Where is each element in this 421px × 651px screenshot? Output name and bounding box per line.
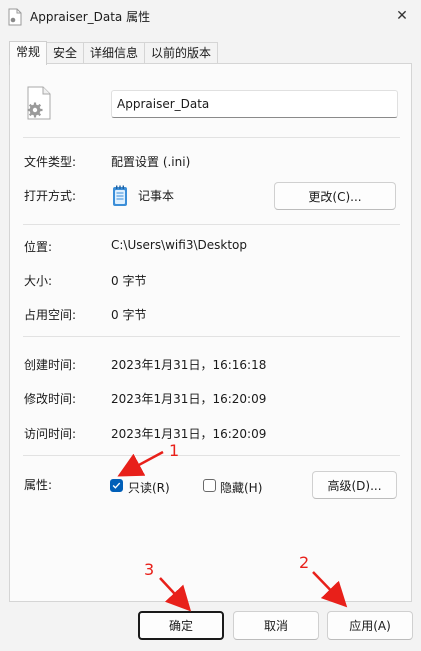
hidden-label[interactable]: 隐藏(H) <box>220 479 262 496</box>
ini-file-icon <box>8 8 22 26</box>
opens-with-label: 打开方式: <box>24 189 77 203</box>
tab-details[interactable]: 详细信息 <box>83 42 146 64</box>
change-opener-button[interactable]: 更改(C)... <box>274 182 396 210</box>
divider <box>23 455 400 456</box>
annotation-1: 1 <box>169 441 180 460</box>
size-on-disk-value: 0 字节 <box>111 308 147 322</box>
notepad-icon <box>113 185 127 206</box>
tab-general[interactable]: 常规 <box>9 41 48 65</box>
location-value: C:\Users\wifi3\Desktop <box>111 238 247 252</box>
file-type-label: 文件类型: <box>24 155 77 169</box>
tab-security[interactable]: 安全 <box>46 42 85 64</box>
modified-label: 修改时间: <box>24 392 77 406</box>
tab-bar: 常规 安全 详细信息 以前的版本 <box>9 41 219 65</box>
file-type-value: 配置设置 (.ini) <box>111 155 191 169</box>
general-panel: 文件类型: 配置设置 (.ini) 打开方式: 记事本 更改(C)... 位置:… <box>9 63 412 602</box>
settings-file-icon <box>27 86 51 120</box>
close-icon: ✕ <box>396 8 408 24</box>
window-title: Appraiser_Data 属性 <box>30 10 151 24</box>
size-on-disk-label: 占用空间: <box>24 308 77 322</box>
annotation-2: 2 <box>299 553 310 572</box>
checkmark-icon <box>112 482 121 489</box>
accessed-label: 访问时间: <box>24 427 77 441</box>
advanced-button[interactable]: 高级(D)... <box>312 471 397 499</box>
title-bar: Appraiser_Data 属性 ✕ <box>0 0 421 34</box>
hidden-checkbox[interactable] <box>203 479 216 492</box>
tab-previous-versions[interactable]: 以前的版本 <box>144 42 219 64</box>
opens-with-app: 记事本 <box>138 189 175 203</box>
cancel-button[interactable]: 取消 <box>233 611 319 640</box>
file-name-input[interactable] <box>111 90 398 118</box>
apply-button[interactable]: 应用(A) <box>327 611 413 640</box>
created-label: 创建时间: <box>24 358 77 372</box>
close-button[interactable]: ✕ <box>389 4 415 28</box>
ok-button[interactable]: 确定 <box>138 611 224 640</box>
location-label: 位置: <box>24 240 53 254</box>
size-value: 0 字节 <box>111 274 147 288</box>
divider <box>23 224 400 225</box>
divider <box>23 336 400 337</box>
divider <box>23 137 400 138</box>
annotation-3: 3 <box>144 560 155 579</box>
created-value: 2023年1月31日，16:16:18 <box>111 358 267 372</box>
size-label: 大小: <box>24 274 53 288</box>
accessed-value: 2023年1月31日，16:20:09 <box>111 427 267 441</box>
modified-value: 2023年1月31日，16:20:09 <box>111 392 267 406</box>
readonly-label[interactable]: 只读(R) <box>128 479 170 496</box>
readonly-checkbox[interactable] <box>110 479 123 492</box>
attributes-label: 属性: <box>24 478 53 492</box>
